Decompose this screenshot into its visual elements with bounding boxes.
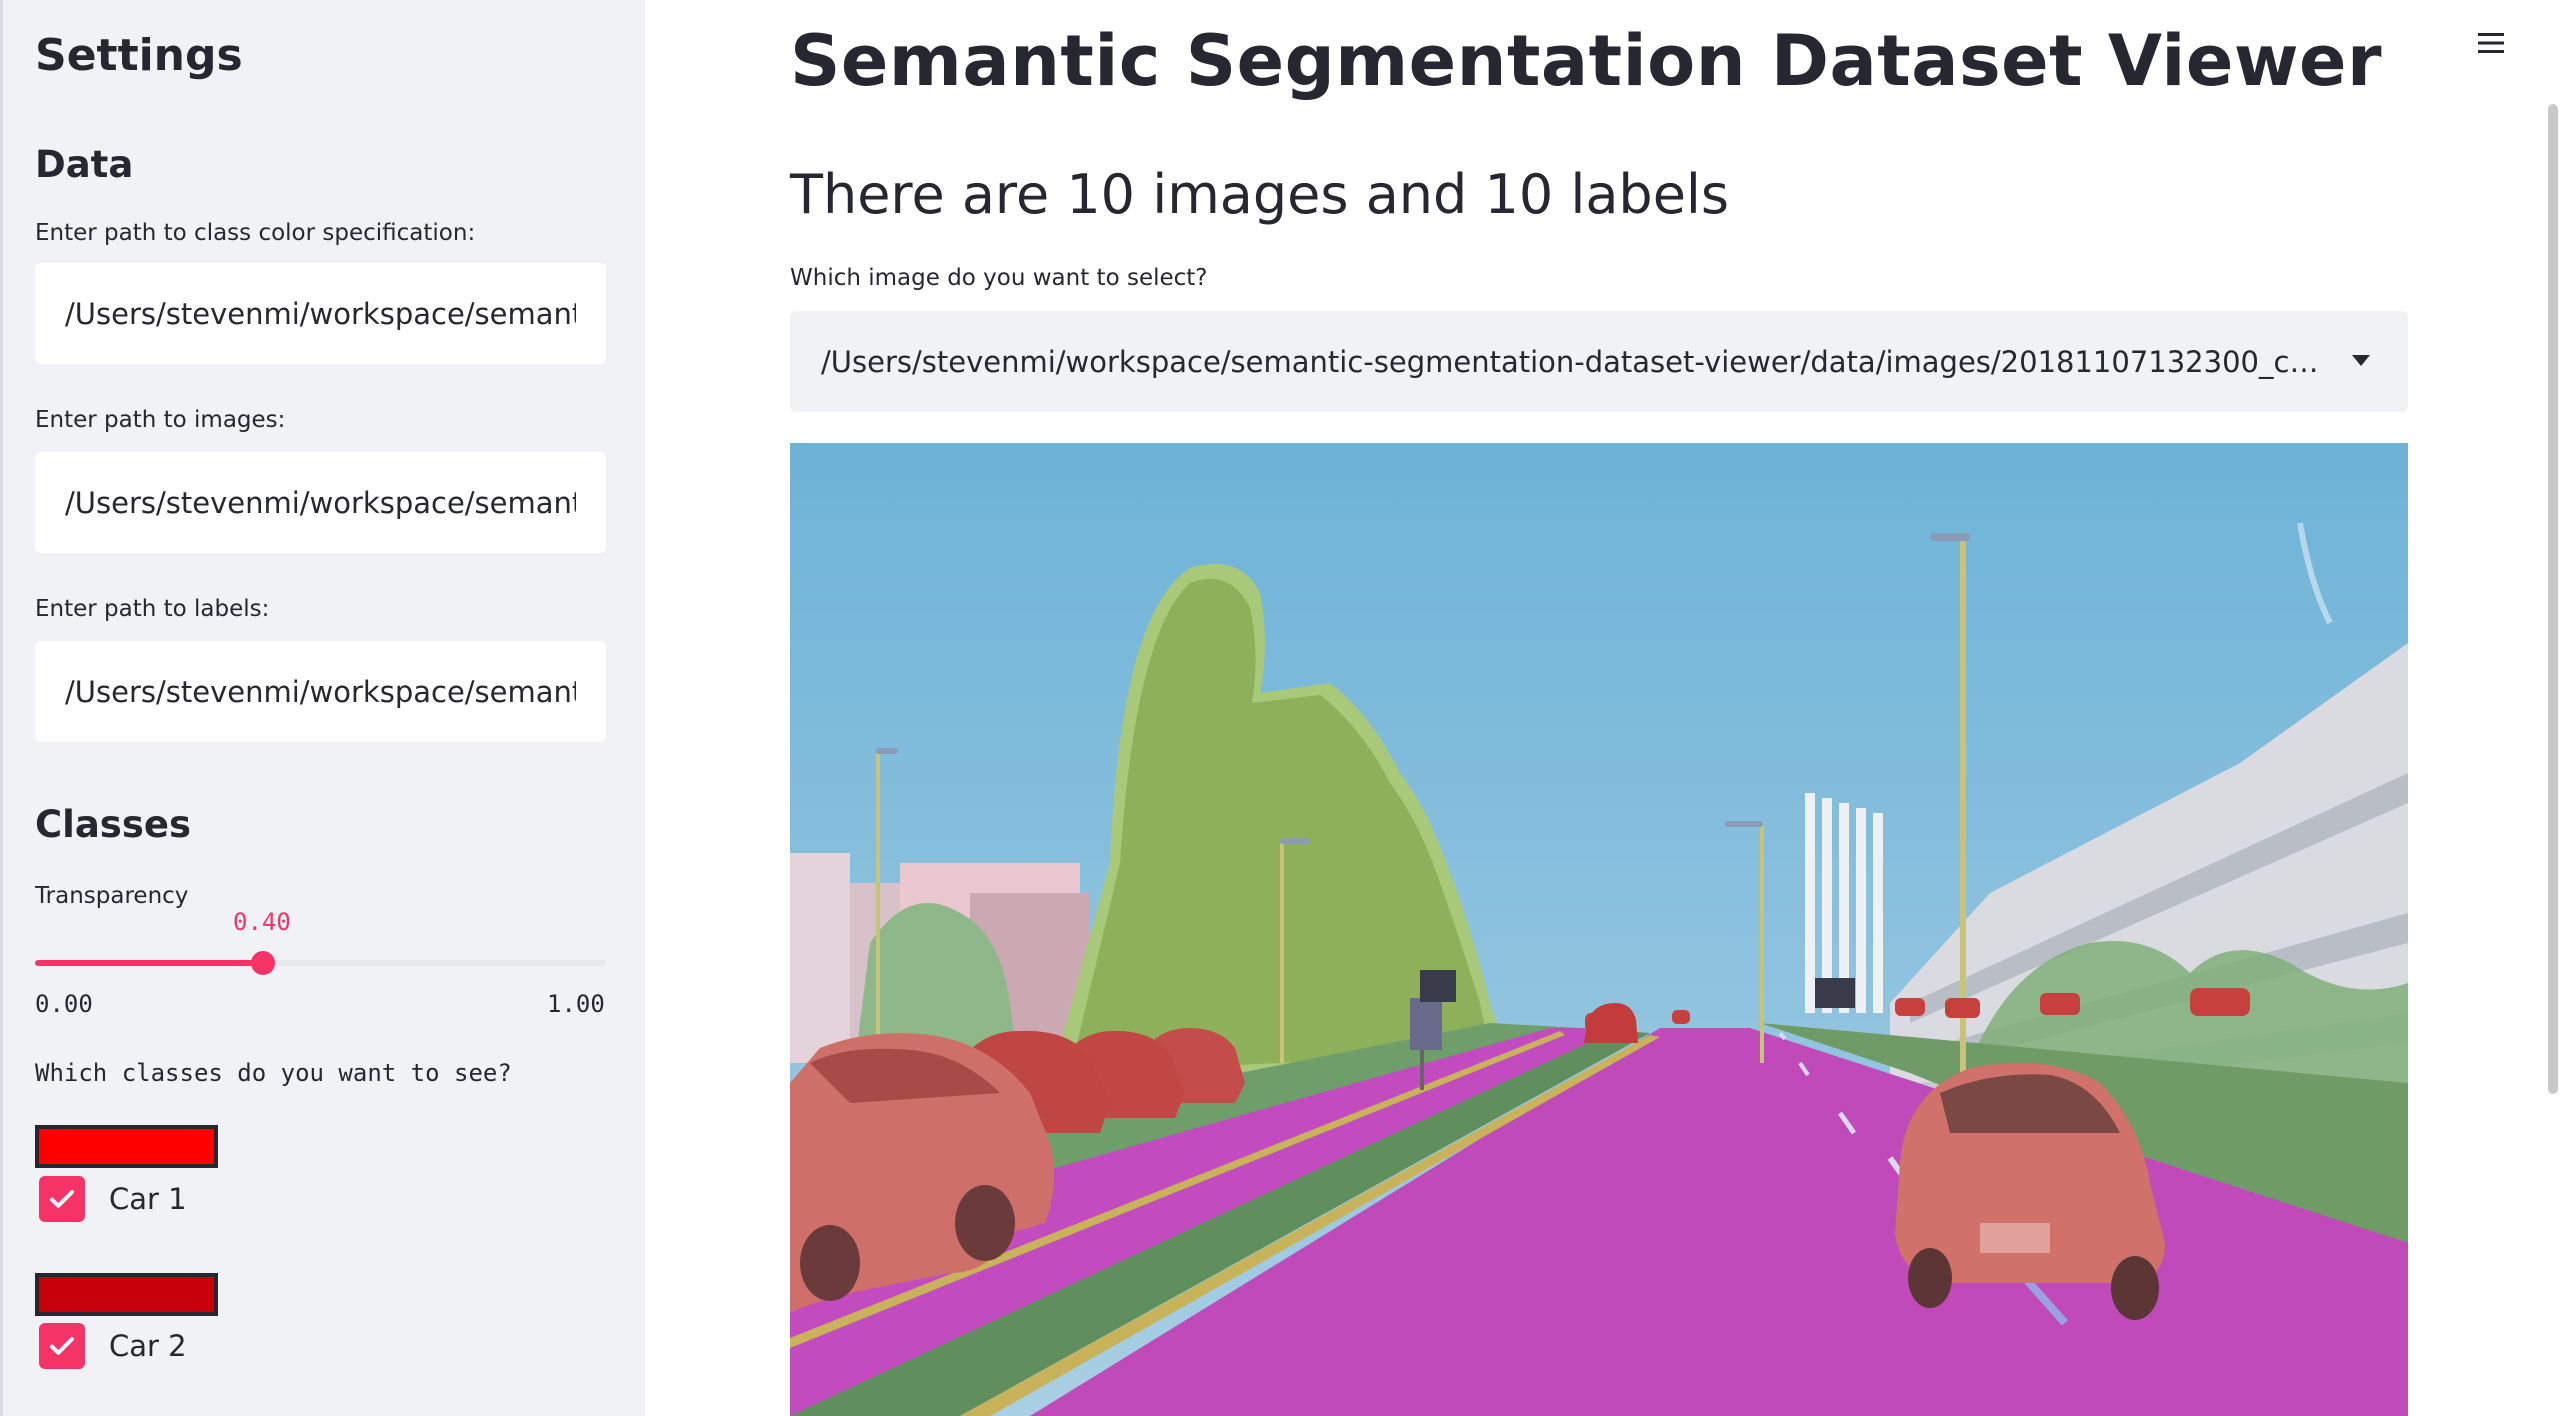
image-count-heading: There are 10 images and 10 labels [790,163,1730,226]
sidebar-title: Settings [35,30,243,81]
street-scene-illustration [790,443,2408,1416]
page-scrollbar[interactable] [2548,104,2558,1094]
transparency-label: Transparency [35,883,189,909]
segmentation-image [790,443,2408,1416]
images-path-input[interactable] [35,452,606,553]
labels-path-label: Enter path to labels: [35,596,270,622]
images-path-label: Enter path to images: [35,407,286,433]
transparency-slider[interactable] [35,951,606,975]
class-color-path-label: Enter path to class color specification: [35,220,476,246]
sidebar: Settings Data Enter path to class color … [0,0,645,1416]
transparency-max: 1.00 [547,990,605,1018]
checkbox[interactable] [39,1176,85,1222]
class-checkbox-car-2[interactable]: Car 2 [39,1323,187,1369]
check-icon [50,1337,74,1355]
class-color-swatch [35,1273,218,1316]
which-classes-label: Which classes do you want to see? [35,1059,512,1087]
transparency-slider-thumb[interactable] [251,951,276,975]
class-color-path-input[interactable] [35,263,606,364]
chevron-down-icon [2352,355,2370,366]
transparency-value: 0.40 [233,908,291,936]
check-icon [50,1190,74,1208]
class-label: Car 1 [109,1182,187,1216]
checkbox[interactable] [39,1323,85,1369]
transparency-min: 0.00 [35,990,93,1018]
class-checkbox-car-1[interactable]: Car 1 [39,1176,187,1222]
data-section-header: Data [35,143,134,186]
labels-path-input[interactable] [35,641,606,742]
class-label: Car 2 [109,1329,187,1363]
class-color-swatch [35,1125,218,1168]
page-title: Semantic Segmentation Dataset Viewer [790,20,2383,102]
image-select-dropdown[interactable]: /Users/stevenmi/workspace/semantic-segme… [790,311,2408,412]
image-select-label: Which image do you want to select? [790,265,1208,291]
image-select-value: /Users/stevenmi/workspace/semantic-segme… [821,344,2328,379]
hamburger-menu-icon[interactable] [2476,28,2506,58]
transparency-slider-fill [35,960,264,966]
classes-section-header: Classes [35,803,191,846]
